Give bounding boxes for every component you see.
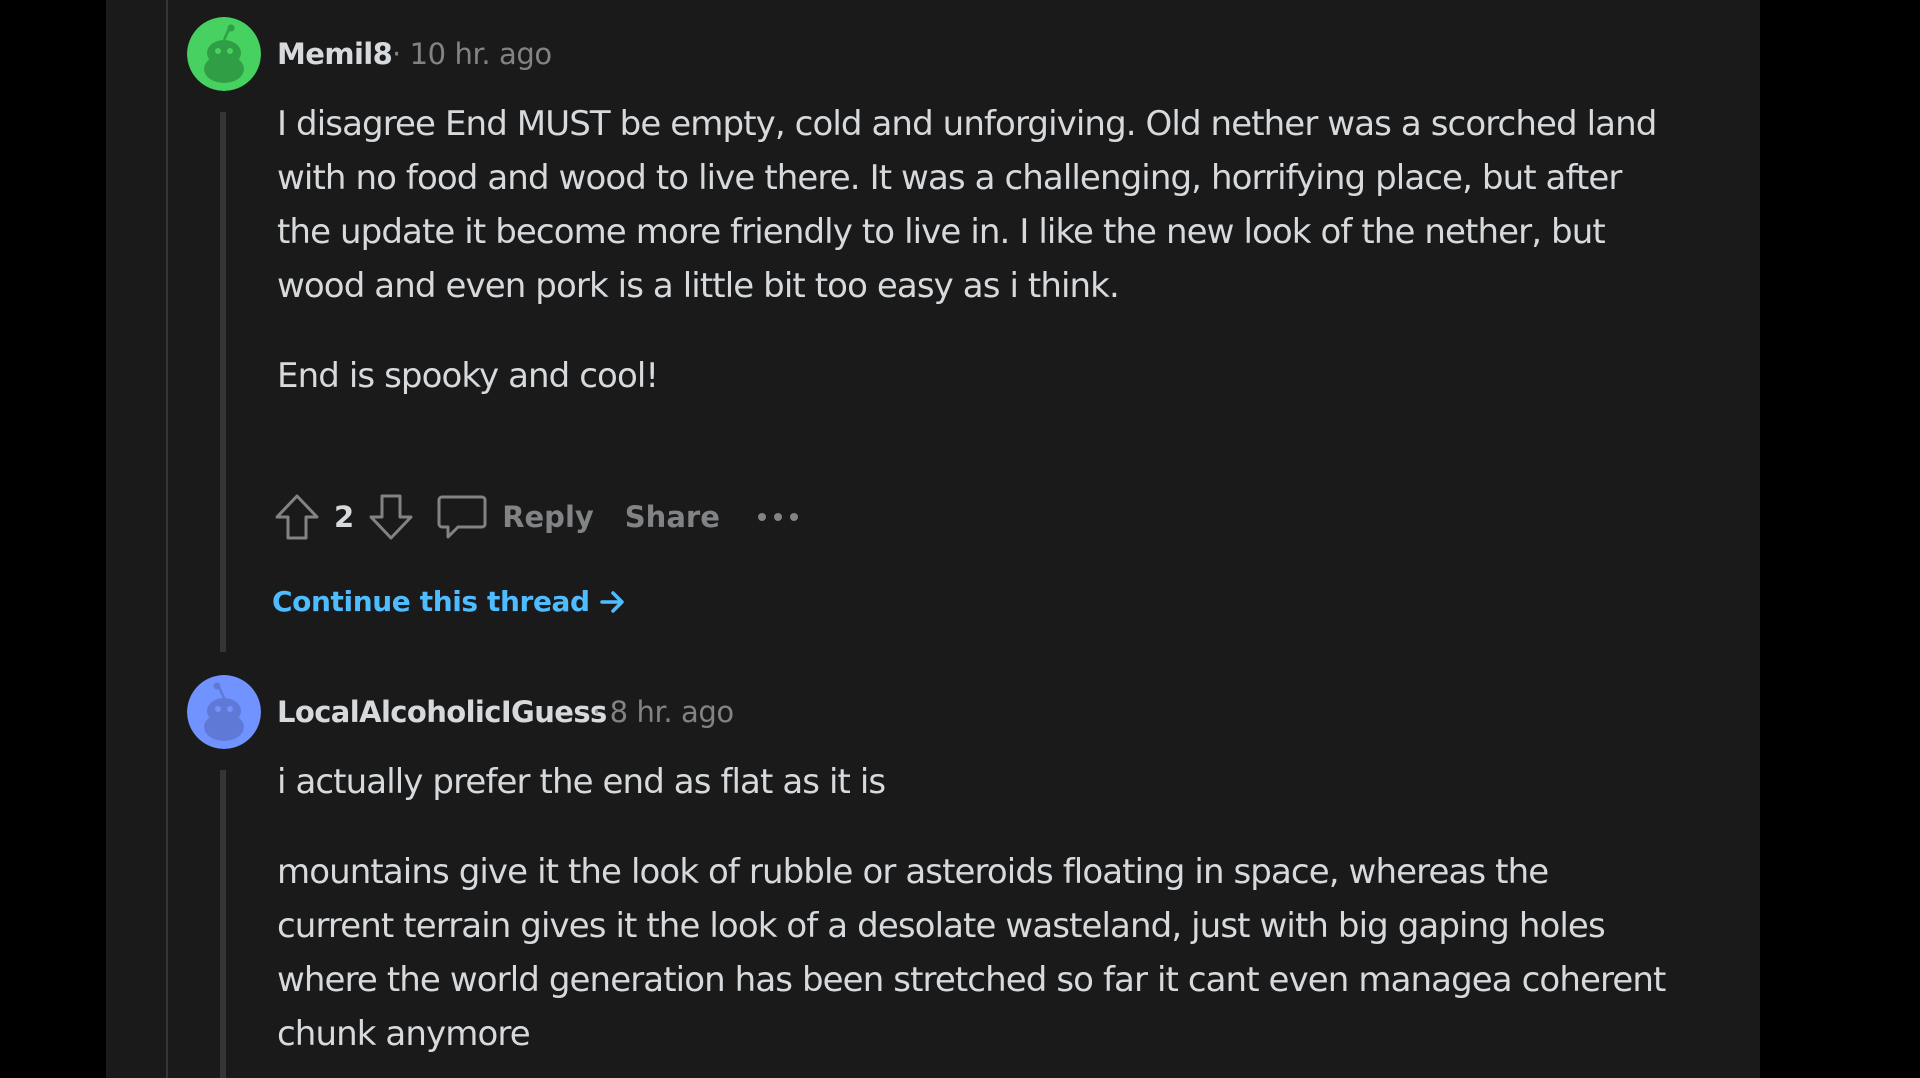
comment-paragraph: End is spooky and cool! xyxy=(277,356,659,396)
parent-thread-line[interactable] xyxy=(166,0,168,1078)
comment-header: Memil8 · 10 hr. ago xyxy=(187,17,1687,91)
comment-timestamp[interactable]: · 8 hr. ago xyxy=(592,695,734,729)
comment-thread-line[interactable] xyxy=(220,112,226,652)
share-button[interactable]: Share xyxy=(625,500,720,534)
comment-header: LocalAlcoholicIGuess · 8 hr. ago xyxy=(187,675,1687,749)
downvote-arrow-icon xyxy=(369,494,413,540)
upvote-arrow-icon xyxy=(275,494,319,540)
comment-author[interactable]: LocalAlcoholicIGuess xyxy=(277,695,607,729)
comment-bubble-icon xyxy=(436,493,488,541)
continue-thread-link[interactable]: Continue this thread xyxy=(272,585,626,618)
user-avatar[interactable] xyxy=(187,17,261,91)
comment-thread-line[interactable] xyxy=(220,770,226,1078)
vote-count: 2 xyxy=(334,500,355,534)
downvote-button[interactable] xyxy=(364,490,418,544)
comment-paragraph: mountains give it the look of rubble or … xyxy=(277,852,1666,1054)
arrow-right-icon xyxy=(598,588,626,616)
comment-body: i actually prefer the end as flat as it … xyxy=(277,755,1667,1078)
comment-body: I disagree End MUST be empty, cold and u… xyxy=(277,97,1667,439)
comment-paragraph: i actually prefer the end as flat as it … xyxy=(277,762,886,802)
continue-thread-label: Continue this thread xyxy=(272,585,590,618)
comment: LocalAlcoholicIGuess · 8 hr. ago i actua… xyxy=(187,675,1687,1078)
comment-timestamp[interactable]: · 10 hr. ago xyxy=(392,37,552,71)
page: Memil8 · 10 hr. ago I disagree End MUST … xyxy=(0,0,1920,1078)
comment-author[interactable]: Memil8 xyxy=(277,37,393,71)
comment-paragraph: I disagree End MUST be empty, cold and u… xyxy=(277,104,1657,306)
comment: Memil8 · 10 hr. ago I disagree End MUST … xyxy=(187,17,1687,652)
snoo-avatar-icon xyxy=(187,675,261,749)
snoo-avatar-icon xyxy=(187,17,261,91)
upvote-button[interactable] xyxy=(270,490,324,544)
more-options-button[interactable] xyxy=(756,497,800,537)
user-avatar[interactable] xyxy=(187,675,261,749)
reply-label: Reply xyxy=(502,500,594,534)
comment-actions: 2 Reply Share xyxy=(270,487,800,547)
reply-button[interactable]: Reply xyxy=(436,493,594,541)
more-options-icon xyxy=(757,513,798,521)
